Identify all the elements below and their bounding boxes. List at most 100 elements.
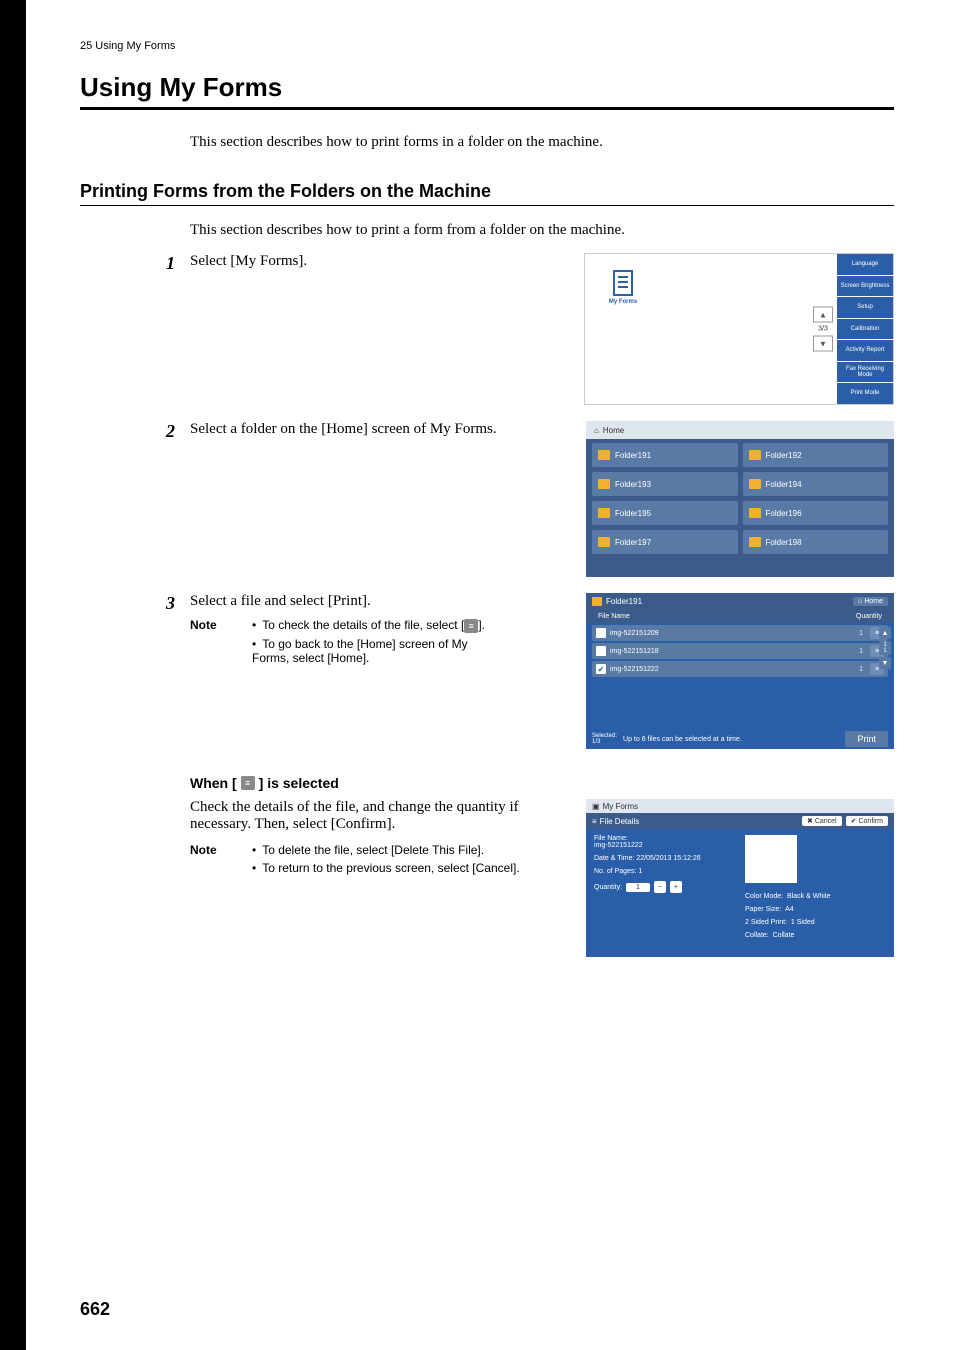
subsection-title: When [≡] is selected <box>190 775 894 791</box>
note-item: To go back to the [Home] screen of My Fo… <box>252 637 500 665</box>
side-tab <box>0 0 26 1350</box>
folder-item[interactable]: Folder192 <box>743 443 889 467</box>
sidedprint-value: 1 Sided <box>791 919 815 926</box>
setup-button[interactable]: Setup <box>837 297 893 319</box>
quantity-label: Quantity: <box>594 884 622 891</box>
note-item: To delete the file, select [Delete This … <box>252 843 520 857</box>
folder-item[interactable]: Folder193 <box>592 472 738 496</box>
step-2-text: Select a folder on the [Home] screen of … <box>190 421 500 438</box>
language-button[interactable]: Language <box>837 254 893 276</box>
check-icon: ✔ <box>851 817 857 825</box>
intro-text: This section describes how to print form… <box>190 134 894 151</box>
details-icon: ≡ <box>241 776 255 790</box>
folder-icon <box>749 450 761 460</box>
page-up-button[interactable]: ▲ <box>813 307 833 323</box>
subsection-body: Check the details of the file, and chang… <box>190 799 580 833</box>
screenshot-details: ▣My Forms ≡File Details ✖Cancel ✔Confirm… <box>586 799 894 957</box>
screenshot-home: My Forms ▲ 3/3 ▼ Language Screen Brightn… <box>584 253 894 405</box>
file-row[interactable]: img-5221512221≡ <box>592 661 888 677</box>
screenshot-folders: ⌂Home Folder191 Folder192 Folder193 Fold… <box>586 421 894 577</box>
folder-icon <box>749 537 761 547</box>
folder-icon <box>749 479 761 489</box>
note-item: To return to the previous screen, select… <box>252 861 520 875</box>
folder-icon <box>598 479 610 489</box>
note-item: To check the details of the file, select… <box>252 618 500 633</box>
folder-item[interactable]: Folder198 <box>743 530 889 554</box>
thumbnail <box>745 835 797 883</box>
my-forms-tile[interactable]: My Forms <box>591 260 655 314</box>
step-3-number: 3 <box>166 593 190 614</box>
page-down-button[interactable]: ▼ <box>813 336 833 352</box>
home-icon: ⌂ <box>858 598 862 605</box>
pages-value: No. of Pages: 1 <box>594 868 735 875</box>
page-indicator: 1 1 <box>879 641 891 655</box>
checkbox[interactable] <box>596 628 606 638</box>
step-3-text: Select a file and select [Print]. Note T… <box>190 593 500 669</box>
cancel-button[interactable]: ✖Cancel <box>802 816 842 826</box>
quantity-minus-button[interactable]: − <box>654 881 666 893</box>
folder-icon <box>598 508 610 518</box>
activity-report-button[interactable]: Activity Report <box>837 340 893 362</box>
step-1-text: Select [My Forms]. <box>190 253 500 270</box>
my-forms-label: My Forms <box>609 299 637 305</box>
screenshot-files: Folder191 ⌂Home File Name Quantity img-5… <box>586 593 894 749</box>
checkbox[interactable] <box>596 646 606 656</box>
home-icon: ⌂ <box>594 426 599 435</box>
checkbox[interactable] <box>596 664 606 674</box>
collate-value: Collate <box>773 932 795 939</box>
folder-icon <box>598 450 610 460</box>
document-icon <box>611 269 635 297</box>
step-1-number: 1 <box>166 253 190 274</box>
folder-item[interactable]: Folder195 <box>592 501 738 525</box>
colormode-value: Black & White <box>787 893 831 900</box>
page-indicator: 3/3 <box>818 326 828 333</box>
folder-title: Folder191 <box>606 597 642 606</box>
close-icon: ✖ <box>807 817 813 825</box>
folder-icon <box>598 537 610 547</box>
brightness-button[interactable]: Screen Brightness <box>837 276 893 298</box>
filename-value: img-522151222 <box>594 842 643 849</box>
page-title: Using My Forms <box>80 72 894 110</box>
fax-mode-button[interactable]: Fax Receiving Mode <box>837 362 893 384</box>
folder-icon <box>592 597 602 606</box>
column-quantity: Quantity <box>856 613 882 620</box>
folder-item[interactable]: Folder194 <box>743 472 889 496</box>
folder-item[interactable]: Folder196 <box>743 501 889 525</box>
file-row[interactable]: img-5221512181≡ <box>592 643 888 659</box>
filename-label: File Name: <box>594 835 628 842</box>
print-mode-button[interactable]: Print Mode <box>837 383 893 404</box>
section-title: Printing Forms from the Folders on the M… <box>80 181 894 206</box>
datetime-value: Date & Time: 22/05/2013 15:12:26 <box>594 855 735 862</box>
scroll-down-button[interactable]: ▼ <box>879 657 891 669</box>
page-number: 662 <box>80 1299 110 1320</box>
column-filename: File Name <box>598 613 630 620</box>
collate-label: Collate: <box>745 932 769 939</box>
details-icon: ≡ <box>464 619 478 633</box>
papersize-label: Paper Size: <box>745 906 781 913</box>
quantity-value: 1 <box>626 883 650 892</box>
step-2-number: 2 <box>166 421 190 442</box>
colormode-label: Color Mode: <box>745 893 783 900</box>
folder-icon <box>749 508 761 518</box>
folder-item[interactable]: Folder191 <box>592 443 738 467</box>
calibration-button[interactable]: Calibration <box>837 319 893 341</box>
sidedprint-label: 2 Sided Print: <box>745 919 787 926</box>
details-title: File Details <box>600 817 640 826</box>
note-label: Note <box>190 843 234 879</box>
details-breadcrumb: ▣My Forms <box>586 799 894 813</box>
selection-message: Up to 6 files can be selected at a time. <box>623 736 742 743</box>
papersize-value: A4 <box>785 906 794 913</box>
file-row[interactable]: img-5221512091≡ <box>592 625 888 641</box>
quantity-plus-button[interactable]: + <box>670 881 682 893</box>
scroll-up-button[interactable]: ▲ <box>879 627 891 639</box>
selected-count: 1/3 <box>592 739 617 745</box>
print-button[interactable]: Print <box>845 731 888 747</box>
home-button[interactable]: ⌂Home <box>853 597 888 606</box>
confirm-button[interactable]: ✔Confirm <box>846 816 888 826</box>
section-intro: This section describes how to print a fo… <box>190 222 894 239</box>
folder-item[interactable]: Folder197 <box>592 530 738 554</box>
details-icon: ≡ <box>592 817 597 826</box>
folders-breadcrumb: ⌂Home <box>586 421 894 439</box>
document-icon: ▣ <box>592 802 600 811</box>
running-header: 25 Using My Forms <box>80 40 894 52</box>
